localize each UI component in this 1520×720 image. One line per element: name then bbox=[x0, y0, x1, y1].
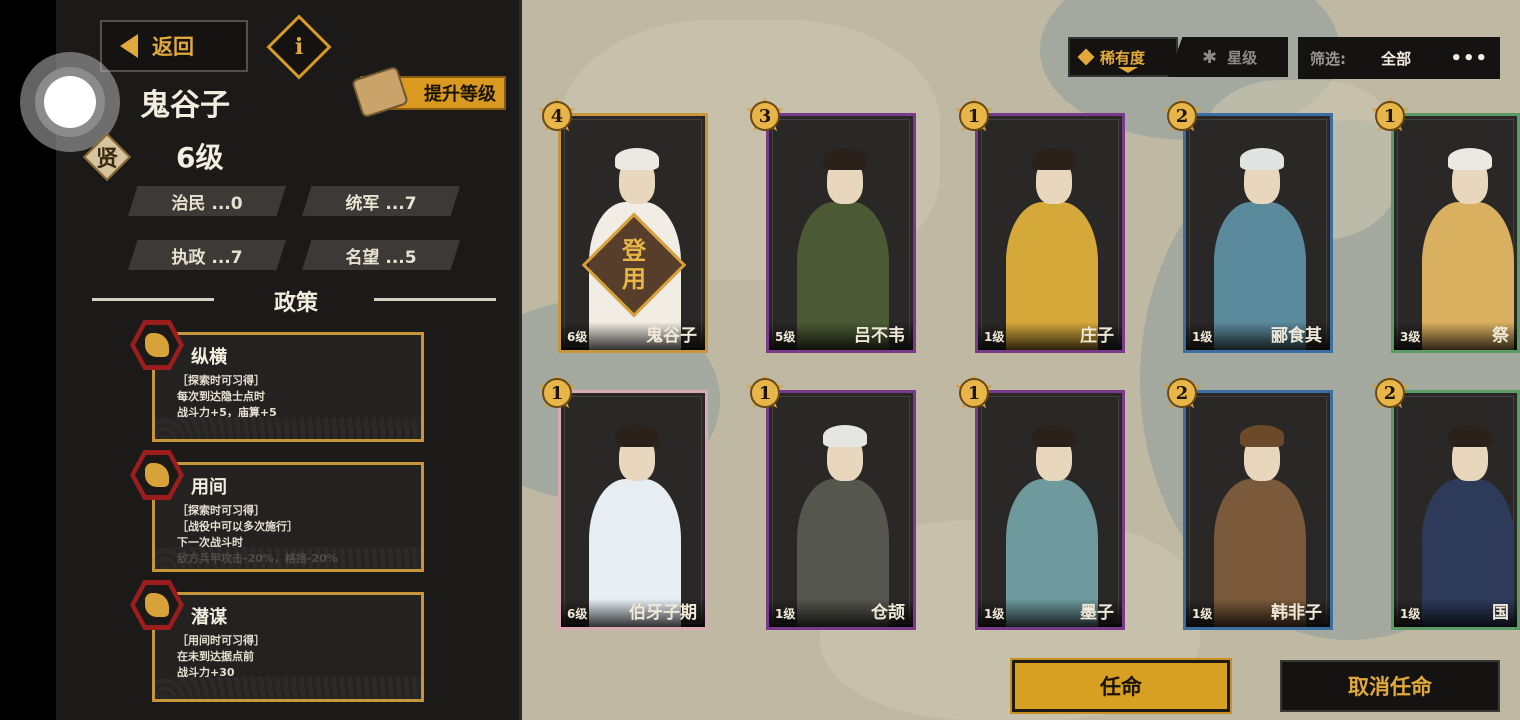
character-portrait bbox=[797, 419, 889, 627]
character-portrait bbox=[1214, 142, 1306, 350]
character-portrait bbox=[797, 142, 889, 350]
sort-star-tab[interactable]: ✱ 星级 bbox=[1168, 37, 1288, 77]
card-name: 郦食其 bbox=[1271, 326, 1322, 346]
card-name: 祭 bbox=[1492, 326, 1509, 346]
character-card[interactable]: 1级 韩非子 bbox=[1183, 390, 1333, 630]
stat-zhizheng: 执政 ...7 bbox=[128, 240, 286, 270]
card-name: 庄子 bbox=[1080, 326, 1114, 346]
rarity-number: 3 bbox=[758, 105, 772, 127]
card-level: 1级 bbox=[984, 607, 1005, 621]
character-card[interactable]: 3级 祭 bbox=[1391, 113, 1520, 353]
rarity-number: 2 bbox=[1175, 382, 1189, 404]
policy-name: 用间 bbox=[191, 477, 227, 498]
diamond-icon bbox=[1077, 48, 1095, 66]
appoint-label: 任命 bbox=[1100, 675, 1142, 699]
rarity-badge: 2 bbox=[1163, 374, 1201, 412]
character-card[interactable]: 1级 郦食其 bbox=[1183, 113, 1333, 353]
rarity-badge: 4 bbox=[538, 97, 576, 135]
card-name: 韩非子 bbox=[1271, 603, 1322, 623]
stamp-char: 用 bbox=[622, 265, 646, 293]
character-portrait bbox=[1422, 419, 1514, 627]
rarity-badge: 1 bbox=[955, 97, 993, 135]
character-card[interactable]: 6级 鬼谷子 登用 bbox=[558, 113, 708, 353]
rarity-badge: 1 bbox=[538, 374, 576, 412]
policy-card-qianmou[interactable]: 潜谋 ［用间时可习得］ 在未到达据点前 战斗力+30 bbox=[152, 592, 424, 702]
card-name: 仓颉 bbox=[871, 603, 905, 623]
rarity-badge: 1 bbox=[746, 374, 784, 412]
policy-title: 政策 bbox=[273, 291, 318, 316]
character-card[interactable]: 1级 仓颉 bbox=[766, 390, 916, 630]
card-name: 吕不韦 bbox=[854, 326, 905, 346]
stamp-char: 登 bbox=[622, 237, 646, 265]
policy-header: 政策 bbox=[0, 285, 496, 316]
card-level: 1级 bbox=[984, 330, 1005, 344]
filter-label: 筛选: bbox=[1310, 49, 1346, 68]
rarity-number: 1 bbox=[1383, 105, 1397, 127]
card-name: 国 bbox=[1492, 603, 1509, 623]
flower-icon: ✱ bbox=[1202, 46, 1218, 68]
card-level: 1级 bbox=[1400, 607, 1421, 621]
policy-desc: ［探索时可习得］ 每次到达隐士点时 战斗力+5，庙算+5 bbox=[177, 374, 277, 419]
card-level: 6级 bbox=[567, 607, 588, 621]
character-card[interactable]: 1级 庄子 bbox=[975, 113, 1125, 353]
card-name: 鬼谷子 bbox=[646, 326, 697, 346]
cancel-appoint-label: 取消任命 bbox=[1348, 675, 1432, 699]
rarity-number: 1 bbox=[967, 382, 981, 404]
cancel-appoint-button[interactable]: 取消任命 bbox=[1280, 660, 1500, 712]
card-level: 1级 bbox=[1192, 330, 1213, 344]
character-portrait bbox=[1006, 142, 1098, 350]
card-level: 5级 bbox=[775, 330, 796, 344]
stat-zhimin: 治民 ...0 bbox=[128, 186, 286, 216]
caret-down-icon bbox=[1118, 67, 1138, 73]
character-card[interactable]: 5级 吕不韦 bbox=[766, 113, 916, 353]
info-icon: i bbox=[294, 34, 304, 60]
rarity-number: 2 bbox=[1175, 105, 1189, 127]
rarity-number: 4 bbox=[550, 105, 564, 127]
policy-card-zongheng[interactable]: 纵横 ［探索时可习得］ 每次到达隐士点时 战斗力+5，庙算+5 bbox=[152, 332, 424, 442]
rarity-number: 1 bbox=[758, 382, 772, 404]
appointed-stamp-text: 登用 bbox=[597, 224, 671, 306]
more-icon: ••• bbox=[1450, 47, 1488, 69]
rarity-badge: 2 bbox=[1163, 97, 1201, 135]
rarity-badge: 1 bbox=[1371, 97, 1409, 135]
character-portrait bbox=[1422, 142, 1514, 350]
card-name: 墨子 bbox=[1080, 603, 1114, 623]
back-button[interactable]: 返回 bbox=[100, 20, 248, 72]
policy-desc: ［用间时可习得］ 在未到达据点前 战斗力+30 bbox=[177, 634, 265, 679]
upgrade-label: 提升等级 bbox=[424, 84, 496, 105]
character-level: 6级 bbox=[176, 141, 224, 174]
card-level: 1级 bbox=[1192, 607, 1213, 621]
back-label: 返回 bbox=[152, 35, 194, 59]
rarity-number: 2 bbox=[1383, 382, 1397, 404]
stat-mingwang: 名望 ...5 bbox=[302, 240, 460, 270]
card-level: 1级 bbox=[775, 607, 796, 621]
policy-name: 纵横 bbox=[191, 347, 227, 368]
chevron-left-icon bbox=[120, 34, 138, 58]
sort-star-label: 星级 bbox=[1227, 48, 1258, 67]
character-portrait bbox=[589, 419, 681, 627]
rarity-badge: 3 bbox=[746, 97, 784, 135]
rank-label: 贤 bbox=[95, 147, 118, 172]
policy-card-yongjian[interactable]: 用间 ［探索时可习得］ ［战役中可以多次施行］ 下一次战斗时 敌方兵甲攻击-20… bbox=[152, 462, 424, 572]
card-name: 伯牙子期 bbox=[629, 603, 697, 623]
character-card[interactable]: 6级 伯牙子期 bbox=[558, 390, 708, 630]
filter-dropdown[interactable]: 筛选: 全部 ••• bbox=[1298, 37, 1500, 79]
stat-tongjun: 统军 ...7 bbox=[302, 186, 460, 216]
rarity-number: 1 bbox=[967, 105, 981, 127]
policy-name: 潜谋 bbox=[191, 607, 227, 628]
rarity-number: 1 bbox=[550, 382, 564, 404]
sort-rarity-tab[interactable]: 稀有度 bbox=[1068, 37, 1178, 77]
sort-rarity-label: 稀有度 bbox=[1100, 48, 1146, 67]
rarity-badge: 1 bbox=[955, 374, 993, 412]
rarity-badge: 2 bbox=[1371, 374, 1409, 412]
character-portrait bbox=[1214, 419, 1306, 627]
character-card[interactable]: 1级 墨子 bbox=[975, 390, 1125, 630]
appoint-button[interactable]: 任命 bbox=[1010, 658, 1232, 714]
card-level: 3级 bbox=[1400, 330, 1421, 344]
character-name: 鬼谷子 bbox=[140, 88, 230, 123]
character-portrait bbox=[1006, 419, 1098, 627]
card-level: 6级 bbox=[567, 330, 588, 344]
character-card[interactable]: 1级 国 bbox=[1391, 390, 1520, 630]
filter-value: 全部 bbox=[1381, 49, 1412, 68]
